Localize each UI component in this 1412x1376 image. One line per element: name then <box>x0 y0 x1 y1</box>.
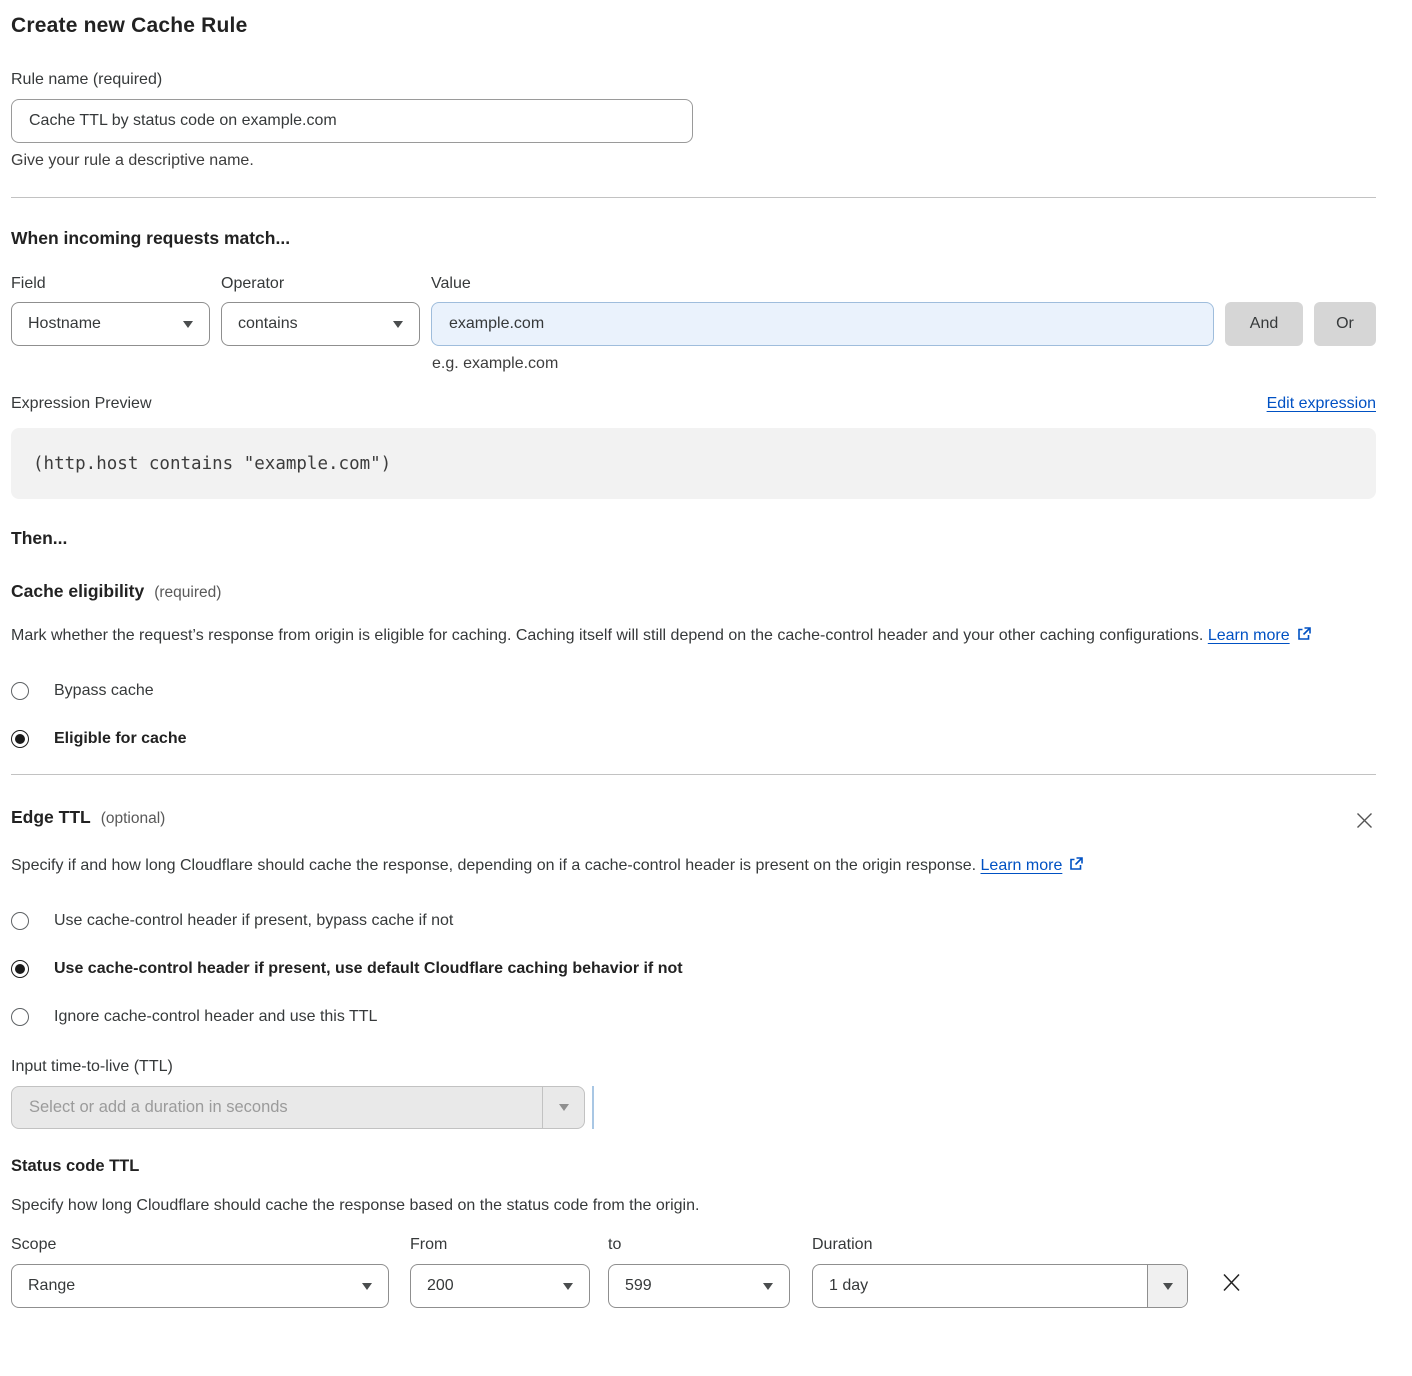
scope-column: Scope Range <box>11 1223 389 1308</box>
radio-icon[interactable] <box>11 1008 29 1026</box>
or-button[interactable]: Or <box>1314 302 1376 346</box>
chevron-down-icon <box>393 321 403 328</box>
to-select-value: 599 <box>625 1277 652 1295</box>
scope-label: Scope <box>11 1236 389 1254</box>
edge-ttl-learn-more-link[interactable]: Learn more <box>981 857 1063 874</box>
expression-header: Expression Preview Edit expression <box>11 395 1376 413</box>
radio-icon[interactable] <box>11 912 29 930</box>
external-link-icon <box>1068 853 1084 882</box>
remove-status-ttl-button[interactable] <box>1218 1269 1245 1299</box>
radio-icon[interactable] <box>11 682 29 700</box>
field-column: Field Hostname <box>11 275 210 346</box>
required-tag: (required) <box>154 584 221 602</box>
radio-option-label: Ignore cache-control header and use this… <box>54 1008 377 1026</box>
cache-eligibility-description-text: Mark whether the request’s response from… <box>11 627 1203 644</box>
chevron-down-icon <box>563 1283 573 1290</box>
field-select-value: Hostname <box>28 315 101 333</box>
scope-select[interactable]: Range <box>11 1264 389 1308</box>
cache-eligibility-learn-more-link[interactable]: Learn more <box>1208 627 1290 644</box>
ttl-duration-select[interactable]: Select or add a duration in seconds <box>11 1086 585 1129</box>
radio-option-cc-default[interactable]: Use cache-control header if present, use… <box>11 960 1376 978</box>
radio-option-cc-bypass[interactable]: Use cache-control header if present, byp… <box>11 912 1376 930</box>
radio-option-label: Eligible for cache <box>54 730 186 748</box>
radio-option-eligible-for-cache[interactable]: Eligible for cache <box>11 730 1376 748</box>
chevron-down-icon <box>1163 1283 1173 1290</box>
rule-name-group: Rule name (required) Give your rule a de… <box>11 71 1376 170</box>
operator-select[interactable]: contains <box>221 302 420 346</box>
section-divider <box>11 774 1376 775</box>
chevron-down-icon <box>763 1283 773 1290</box>
radio-option-ignore-cc[interactable]: Ignore cache-control header and use this… <box>11 1008 1376 1026</box>
operator-select-value: contains <box>238 315 298 333</box>
status-code-ttl-description: Specify how long Cloudflare should cache… <box>11 1197 1376 1215</box>
radio-selected-icon[interactable] <box>11 960 29 978</box>
value-column: Value e.g. example.com <box>431 275 1214 346</box>
edge-ttl-description: Specify if and how long Cloudflare shoul… <box>11 851 1131 882</box>
chevron-down-icon <box>559 1104 569 1111</box>
match-heading: When incoming requests match... <box>11 228 1376 249</box>
edge-ttl-title-row: Edge TTL (optional) <box>11 807 165 828</box>
rule-name-input[interactable] <box>11 99 693 143</box>
rule-name-helper: Give your rule a descriptive name. <box>11 152 1376 170</box>
ttl-duration-dropdown-button[interactable] <box>542 1087 584 1128</box>
close-icon <box>1355 818 1374 833</box>
radio-option-label: Bypass cache <box>54 682 154 700</box>
from-column: From 200 <box>410 1223 590 1308</box>
ttl-combo-row: Select or add a duration in seconds <box>11 1086 1376 1129</box>
radio-option-bypass-cache[interactable]: Bypass cache <box>11 682 1376 700</box>
duration-select-value: 1 day <box>813 1265 1147 1307</box>
radio-option-label: Use cache-control header if present, byp… <box>54 912 453 930</box>
external-link-icon <box>1296 623 1312 652</box>
cache-eligibility-title: Cache eligibility <box>11 581 144 602</box>
cache-eligibility-description: Mark whether the request’s response from… <box>11 621 1356 652</box>
ttl-duration-placeholder: Select or add a duration in seconds <box>12 1087 542 1128</box>
edge-ttl-header: Edge TTL (optional) <box>11 807 1376 835</box>
chevron-down-icon <box>362 1283 372 1290</box>
status-code-ttl-title: Status code TTL <box>11 1157 1376 1176</box>
ttl-input-label: Input time-to-live (TTL) <box>11 1058 173 1075</box>
and-button[interactable]: And <box>1225 302 1303 346</box>
caret-line <box>592 1086 594 1129</box>
scope-select-value: Range <box>28 1277 75 1295</box>
rule-name-label: Rule name (required) <box>11 71 162 88</box>
remove-icon <box>1220 1282 1243 1297</box>
to-select[interactable]: 599 <box>608 1264 790 1308</box>
edit-expression-link[interactable]: Edit expression <box>1267 395 1376 413</box>
edge-ttl-close-button[interactable] <box>1353 809 1376 835</box>
from-select-value: 200 <box>427 1277 454 1295</box>
duration-column: Duration 1 day <box>812 1223 1188 1308</box>
edge-ttl-title: Edge TTL <box>11 807 91 828</box>
duration-dropdown-button[interactable] <box>1147 1265 1187 1307</box>
operator-label: Operator <box>221 275 420 293</box>
then-heading: Then... <box>11 528 1376 549</box>
radio-option-label: Use cache-control header if present, use… <box>54 960 683 978</box>
optional-tag: (optional) <box>101 810 166 828</box>
field-label: Field <box>11 275 210 293</box>
edge-ttl-description-text: Specify if and how long Cloudflare shoul… <box>11 857 976 874</box>
status-code-ttl-row: Scope Range From 200 to 599 Duration 1 d… <box>11 1223 1376 1308</box>
from-select[interactable]: 200 <box>410 1264 590 1308</box>
value-input[interactable] <box>431 302 1214 346</box>
duration-label: Duration <box>812 1236 1188 1254</box>
to-column: to 599 <box>608 1223 790 1308</box>
value-helper: e.g. example.com <box>432 355 558 373</box>
ttl-input-group: Input time-to-live (TTL) Select or add a… <box>11 1058 1376 1129</box>
duration-select[interactable]: 1 day <box>812 1264 1188 1308</box>
condition-row: Field Hostname Operator contains Value e… <box>11 275 1376 346</box>
from-label: From <box>410 1236 590 1254</box>
page-title: Create new Cache Rule <box>11 14 1376 38</box>
to-label: to <box>608 1236 790 1254</box>
field-select[interactable]: Hostname <box>11 302 210 346</box>
expression-code-block: (http.host contains "example.com") <box>11 428 1376 499</box>
chevron-down-icon <box>183 321 193 328</box>
operator-column: Operator contains <box>221 275 420 346</box>
radio-selected-icon[interactable] <box>11 730 29 748</box>
section-divider <box>11 197 1376 198</box>
cache-eligibility-header: Cache eligibility (required) <box>11 581 1376 602</box>
expression-code: (http.host contains "example.com") <box>33 454 391 474</box>
value-label: Value <box>431 275 1214 293</box>
expression-preview-label: Expression Preview <box>11 395 152 413</box>
